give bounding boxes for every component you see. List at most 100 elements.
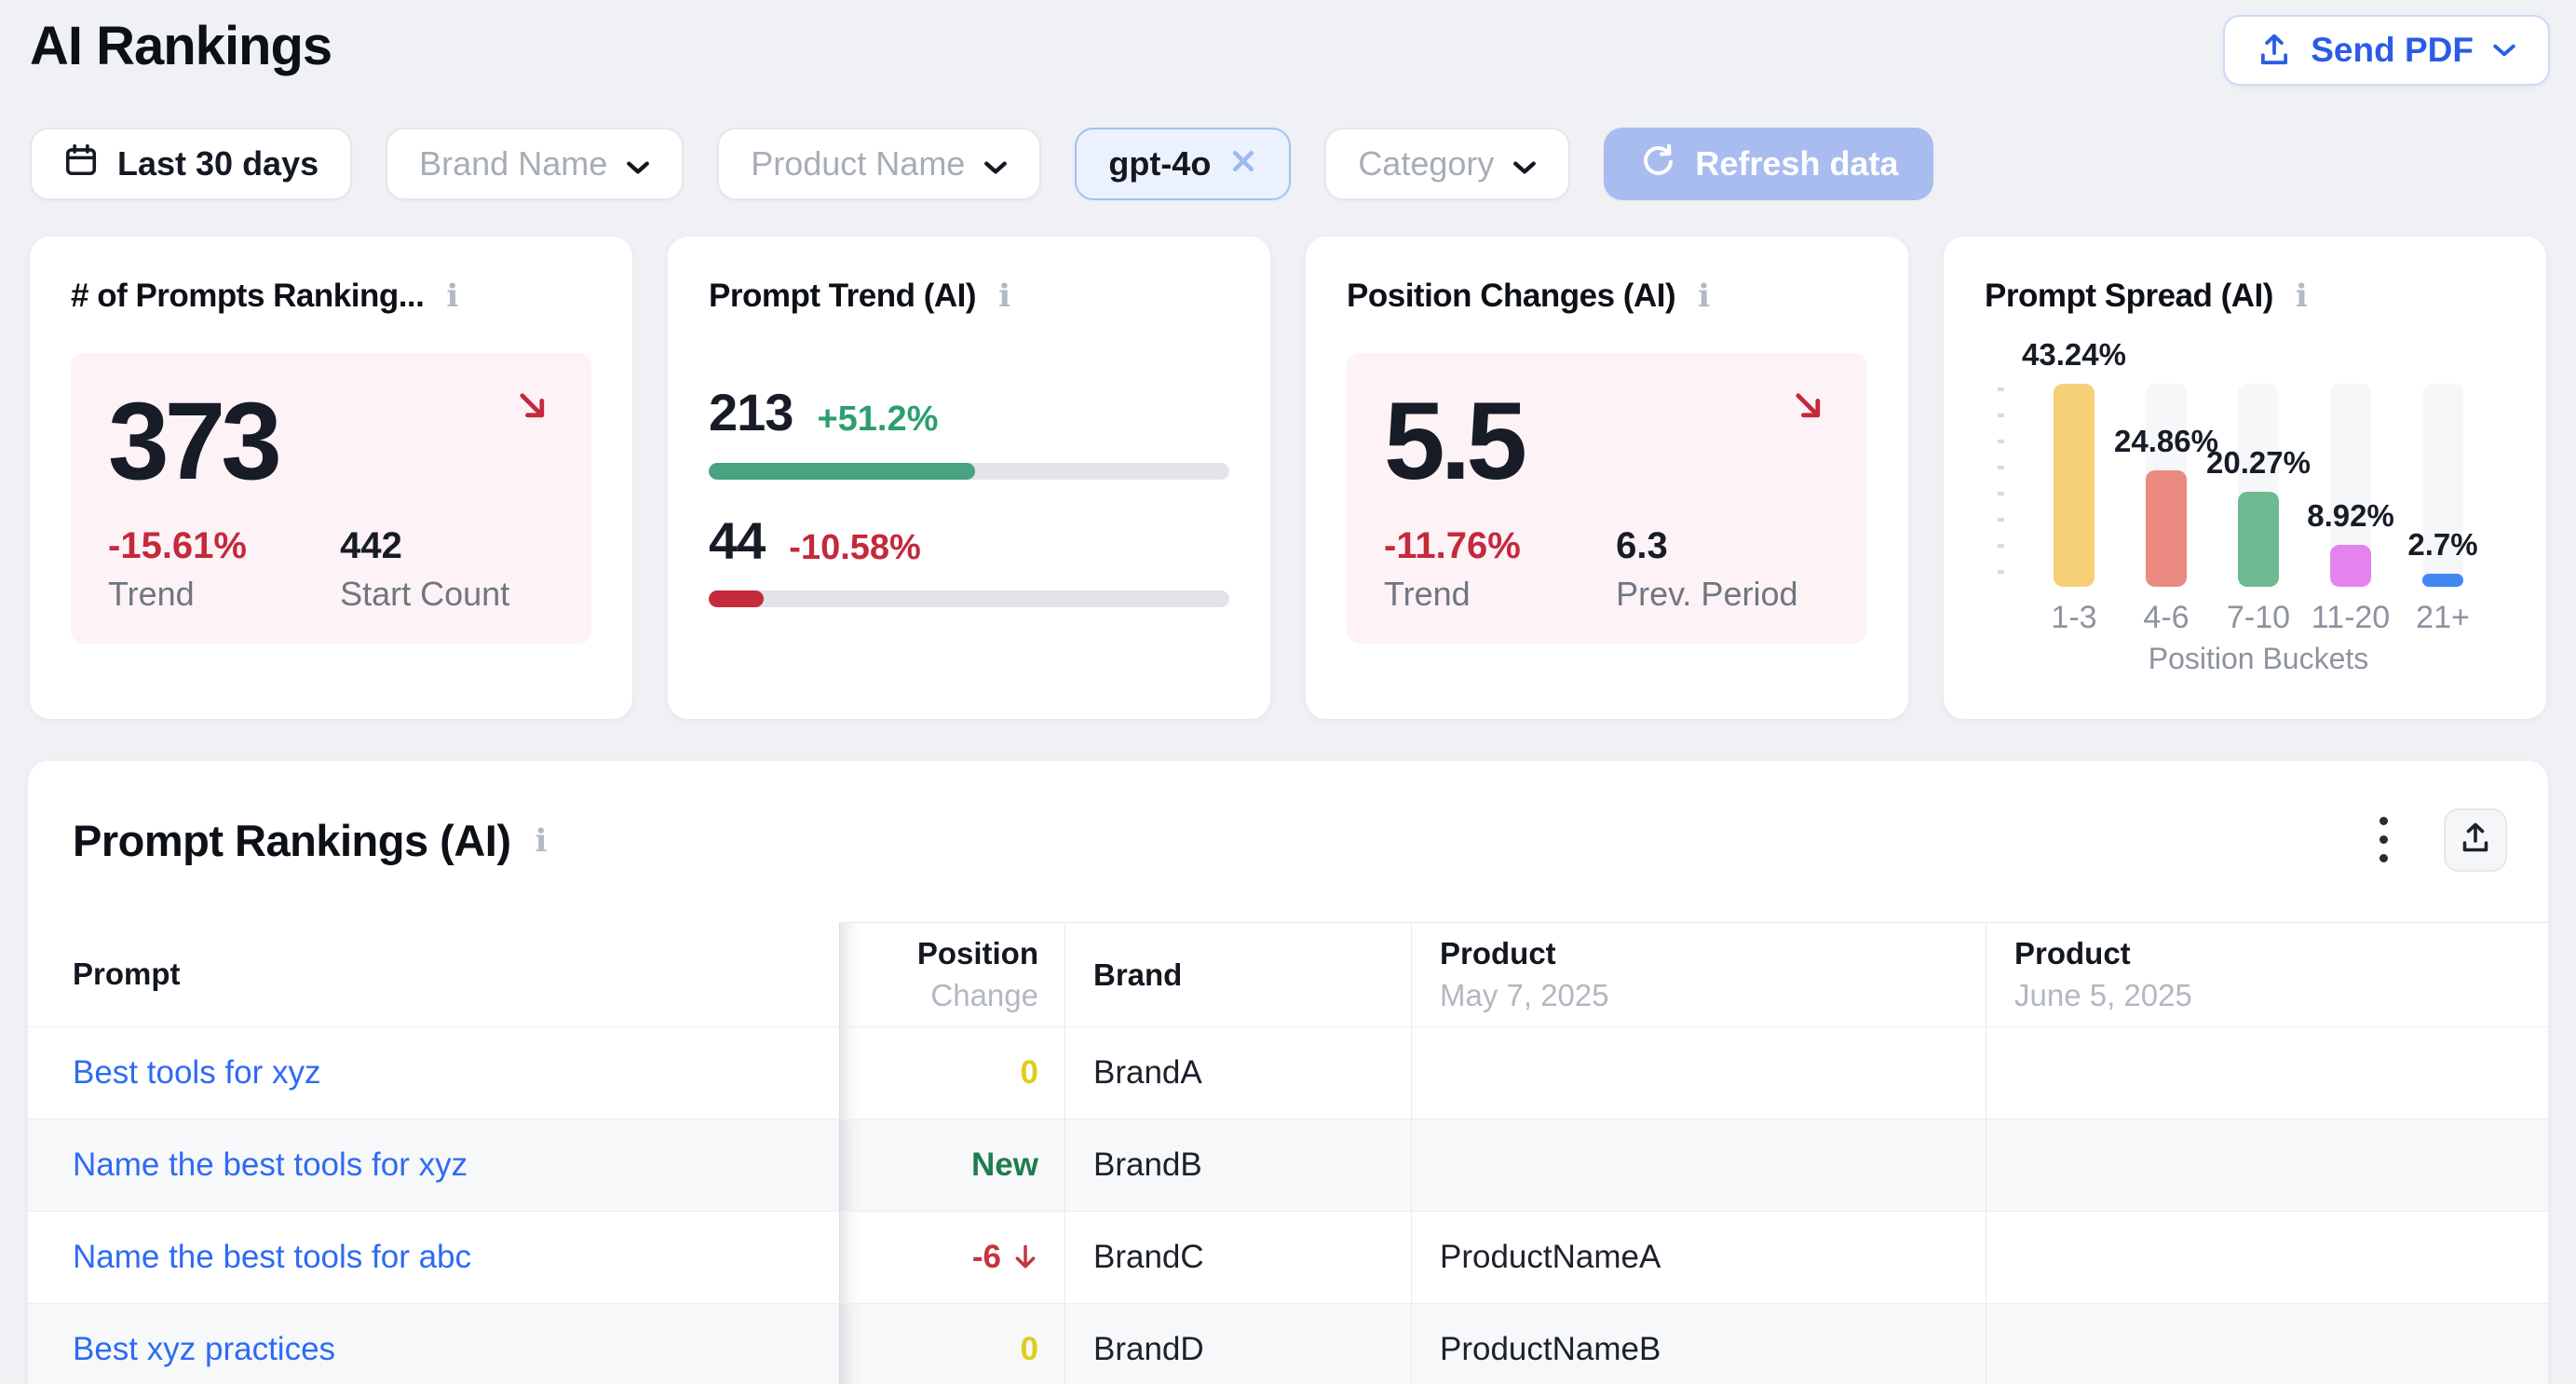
bar-category-label: 7-10 bbox=[2227, 600, 2290, 636]
more-options-kebab-icon[interactable] bbox=[2370, 807, 2397, 872]
bar-fill[interactable] bbox=[2146, 470, 2187, 587]
metric-value: 5.5 bbox=[1384, 385, 1830, 500]
bar-category-label: 1-3 bbox=[2051, 600, 2096, 636]
position-change-value: -6 bbox=[972, 1239, 1038, 1276]
col-sublabel: June 5, 2025 bbox=[2014, 978, 2192, 1013]
filter-bar: Last 30 days Brand Name Product Name gpt… bbox=[30, 128, 1933, 200]
trend-up-delta: +51.2% bbox=[817, 400, 938, 440]
category-label: Category bbox=[1358, 144, 1494, 183]
date-range-button[interactable]: Last 30 days bbox=[30, 128, 352, 200]
prompt-link[interactable]: Name the best tools for xyz bbox=[73, 1147, 468, 1184]
prompt-rankings-card: Prompt Rankings (AI) i Prompt bbox=[28, 761, 2548, 1384]
chevron-down-icon bbox=[983, 144, 1008, 183]
product-may-cell: ProductNameA bbox=[1440, 1239, 1661, 1276]
brand-name-label: Brand Name bbox=[419, 144, 607, 183]
brand-name-dropdown[interactable]: Brand Name bbox=[386, 128, 684, 200]
col-label: Product bbox=[1440, 936, 1609, 971]
table-row: Best xyz practices 0 BrandD ProductNameB bbox=[28, 1303, 2548, 1384]
progress-fill-down bbox=[709, 590, 764, 607]
trend-value: -15.61% bbox=[108, 525, 340, 567]
trend-row-down: 44 -10.58% bbox=[709, 510, 1229, 571]
start-count-value: 442 bbox=[340, 525, 509, 567]
info-icon[interactable]: i bbox=[2296, 278, 2308, 315]
table-row: Name the best tools for xyz New BrandB bbox=[28, 1119, 2548, 1211]
progress-bar-down bbox=[709, 590, 1229, 607]
card-title: # of Prompts Ranking... bbox=[71, 278, 424, 315]
product-name-dropdown[interactable]: Product Name bbox=[717, 128, 1041, 200]
export-button[interactable] bbox=[2444, 808, 2507, 872]
brand-cell: BrandB bbox=[1093, 1147, 1202, 1184]
brand-cell: BrandD bbox=[1093, 1331, 1204, 1368]
calendar-icon bbox=[63, 142, 99, 186]
col-header-brand[interactable]: Brand bbox=[1064, 922, 1411, 1026]
col-header-product-june[interactable]: Product June 5, 2025 bbox=[1986, 922, 2548, 1026]
page-title: AI Rankings bbox=[30, 15, 332, 77]
bar-category-label: 11-20 bbox=[2312, 600, 2390, 636]
close-icon[interactable] bbox=[1229, 144, 1257, 183]
trend-label: Trend bbox=[1384, 575, 1616, 614]
card-position-changes: Position Changes (AI) i 5.5 -11.76% Tren… bbox=[1306, 237, 1908, 719]
info-icon[interactable]: i bbox=[998, 278, 1010, 315]
card-prompts-ranking: # of Prompts Ranking... i 373 -15.61% Tr… bbox=[30, 237, 632, 719]
chevron-down-icon bbox=[1512, 144, 1537, 183]
bar-fill[interactable] bbox=[2238, 492, 2279, 587]
table-body: Best tools for xyz 0 BrandA Name the bes… bbox=[28, 1026, 2548, 1384]
trend-down-right-arrow-icon bbox=[513, 387, 552, 430]
category-dropdown[interactable]: Category bbox=[1324, 128, 1570, 200]
col-label: Product bbox=[2014, 936, 2192, 971]
date-range-label: Last 30 days bbox=[117, 144, 319, 183]
table-title: Prompt Rankings (AI) bbox=[73, 815, 510, 866]
col-sublabel: May 7, 2025 bbox=[1440, 978, 1609, 1013]
trend-label: Trend bbox=[108, 575, 340, 614]
col-label: Brand bbox=[1093, 957, 1182, 993]
y-axis-ticks bbox=[1998, 387, 2004, 585]
info-icon[interactable]: i bbox=[1698, 278, 1710, 315]
filter-chip-label: gpt-4o bbox=[1108, 144, 1211, 183]
metric-panel: 5.5 -11.76% Trend 6.3 Prev. Period bbox=[1347, 353, 1867, 644]
progress-fill-up bbox=[709, 463, 975, 480]
card-prompt-spread: Prompt Spread (AI) i 43.24% 1-3 24.86% 4… bbox=[1944, 237, 2546, 719]
info-icon[interactable]: i bbox=[535, 822, 547, 860]
change-text: -6 bbox=[972, 1239, 1001, 1276]
trend-up-value: 213 bbox=[709, 382, 793, 442]
upload-icon bbox=[2257, 33, 2292, 68]
bar-fill[interactable] bbox=[2054, 384, 2095, 587]
col-label: Prompt bbox=[73, 957, 181, 992]
refresh-data-label: Refresh data bbox=[1695, 144, 1898, 183]
brand-cell: BrandC bbox=[1093, 1239, 1204, 1276]
bar-category-label: 4-6 bbox=[2143, 600, 2189, 636]
filter-chip-gpt-4o[interactable]: gpt-4o bbox=[1075, 128, 1291, 200]
change-text: 0 bbox=[1021, 1331, 1038, 1368]
refresh-data-button[interactable]: Refresh data bbox=[1604, 128, 1933, 200]
send-pdf-button[interactable]: Send PDF bbox=[2223, 15, 2550, 86]
trend-row-up: 213 +51.2% bbox=[709, 382, 1229, 442]
prompt-link[interactable]: Name the best tools for abc bbox=[73, 1239, 471, 1276]
bar-value-label: 24.86% bbox=[2114, 424, 2218, 459]
bar-fill[interactable] bbox=[2330, 545, 2371, 587]
col-header-position-change[interactable]: Position Change bbox=[839, 922, 1064, 1026]
card-title: Prompt Spread (AI) bbox=[1985, 278, 2273, 315]
bar-bucket-21plus: 2.7% 21+ bbox=[2422, 384, 2463, 587]
metric-panel: 373 -15.61% Trend 442 Start Count bbox=[71, 353, 591, 644]
table-header-row: Prompt Position Change Brand Product May… bbox=[28, 922, 2548, 1026]
prompt-link[interactable]: Best xyz practices bbox=[73, 1331, 335, 1368]
bar-value-label: 20.27% bbox=[2206, 445, 2311, 481]
prev-period-label: Prev. Period bbox=[1616, 575, 1797, 614]
change-text: New bbox=[971, 1147, 1038, 1184]
bar-value-label: 8.92% bbox=[2307, 498, 2394, 534]
prompt-link[interactable]: Best tools for xyz bbox=[73, 1054, 320, 1092]
trend-down-delta: -10.58% bbox=[789, 528, 921, 568]
brand-cell: BrandA bbox=[1093, 1054, 1202, 1092]
card-title: Prompt Trend (AI) bbox=[709, 278, 976, 315]
chevron-down-icon bbox=[2492, 43, 2516, 58]
start-count-label: Start Count bbox=[340, 575, 509, 614]
progress-bar-up bbox=[709, 463, 1229, 480]
bar-fill[interactable] bbox=[2422, 574, 2463, 587]
chevron-down-icon bbox=[626, 144, 650, 183]
bar-category-label: 21+ bbox=[2416, 600, 2470, 636]
bar-bucket-11-20: 8.92% 11-20 bbox=[2330, 384, 2371, 587]
info-icon[interactable]: i bbox=[446, 278, 458, 315]
card-prompt-trend: Prompt Trend (AI) i 213 +51.2% 44 -10.58… bbox=[668, 237, 1270, 719]
col-header-prompt[interactable]: Prompt bbox=[28, 922, 839, 1026]
col-header-product-may[interactable]: Product May 7, 2025 bbox=[1411, 922, 1986, 1026]
